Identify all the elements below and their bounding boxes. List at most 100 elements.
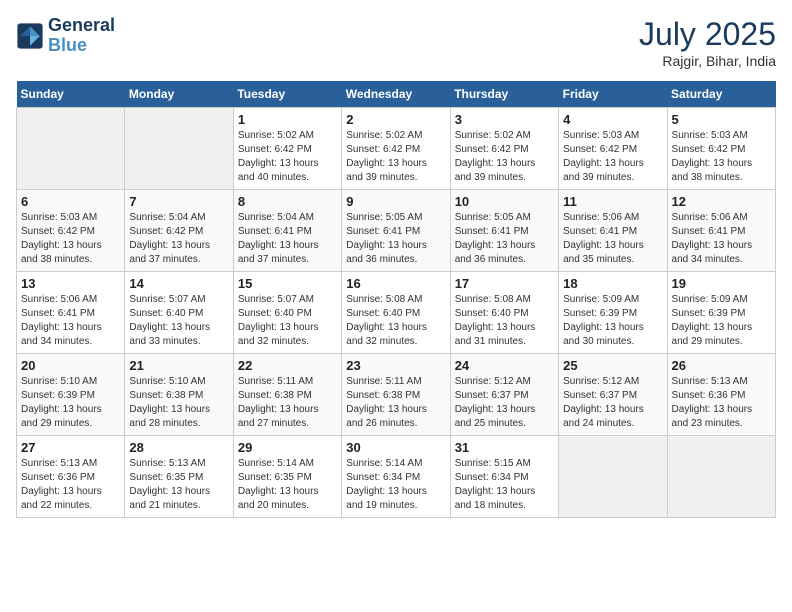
cell-info: Sunrise: 5:07 AM Sunset: 6:40 PM Dayligh…: [129, 293, 228, 349]
cell-info: Sunrise: 5:15 AM Sunset: 6:34 PM Dayligh…: [455, 457, 554, 513]
day-number: 22: [238, 358, 337, 373]
cell-info: Sunrise: 5:06 AM Sunset: 6:41 PM Dayligh…: [672, 211, 771, 267]
day-number: 11: [563, 194, 662, 209]
day-number: 1: [238, 112, 337, 127]
cell-info: Sunrise: 5:05 AM Sunset: 6:41 PM Dayligh…: [346, 211, 445, 267]
cell-info: Sunrise: 5:02 AM Sunset: 6:42 PM Dayligh…: [455, 129, 554, 185]
cell-info: Sunrise: 5:12 AM Sunset: 6:37 PM Dayligh…: [455, 375, 554, 431]
calendar-cell: 26 Sunrise: 5:13 AM Sunset: 6:36 PM Dayl…: [667, 354, 775, 436]
day-number: 18: [563, 276, 662, 291]
day-number: 28: [129, 440, 228, 455]
weekday-header-row: SundayMondayTuesdayWednesdayThursdayFrid…: [17, 81, 776, 108]
day-number: 9: [346, 194, 445, 209]
day-number: 4: [563, 112, 662, 127]
calendar-cell: 12 Sunrise: 5:06 AM Sunset: 6:41 PM Dayl…: [667, 190, 775, 272]
calendar-cell: 9 Sunrise: 5:05 AM Sunset: 6:41 PM Dayli…: [342, 190, 450, 272]
page-header: GeneralBlue July 2025 Rajgir, Bihar, Ind…: [16, 16, 776, 69]
calendar-cell: 5 Sunrise: 5:03 AM Sunset: 6:42 PM Dayli…: [667, 108, 775, 190]
day-number: 23: [346, 358, 445, 373]
day-number: 24: [455, 358, 554, 373]
logo-text: GeneralBlue: [48, 16, 115, 56]
day-number: 29: [238, 440, 337, 455]
calendar-cell: 4 Sunrise: 5:03 AM Sunset: 6:42 PM Dayli…: [559, 108, 667, 190]
day-number: 13: [21, 276, 120, 291]
day-number: 7: [129, 194, 228, 209]
day-number: 8: [238, 194, 337, 209]
day-number: 30: [346, 440, 445, 455]
cell-info: Sunrise: 5:09 AM Sunset: 6:39 PM Dayligh…: [563, 293, 662, 349]
calendar-cell: [17, 108, 125, 190]
cell-info: Sunrise: 5:10 AM Sunset: 6:38 PM Dayligh…: [129, 375, 228, 431]
calendar-cell: 22 Sunrise: 5:11 AM Sunset: 6:38 PM Dayl…: [233, 354, 341, 436]
cell-info: Sunrise: 5:13 AM Sunset: 6:36 PM Dayligh…: [672, 375, 771, 431]
weekday-header-monday: Monday: [125, 81, 233, 108]
cell-info: Sunrise: 5:03 AM Sunset: 6:42 PM Dayligh…: [563, 129, 662, 185]
cell-info: Sunrise: 5:12 AM Sunset: 6:37 PM Dayligh…: [563, 375, 662, 431]
day-number: 10: [455, 194, 554, 209]
location: Rajgir, Bihar, India: [639, 53, 776, 69]
cell-info: Sunrise: 5:08 AM Sunset: 6:40 PM Dayligh…: [455, 293, 554, 349]
cell-info: Sunrise: 5:04 AM Sunset: 6:41 PM Dayligh…: [238, 211, 337, 267]
calendar-cell: 1 Sunrise: 5:02 AM Sunset: 6:42 PM Dayli…: [233, 108, 341, 190]
cell-info: Sunrise: 5:14 AM Sunset: 6:35 PM Dayligh…: [238, 457, 337, 513]
month-title: July 2025: [639, 16, 776, 53]
calendar-week-1: 1 Sunrise: 5:02 AM Sunset: 6:42 PM Dayli…: [17, 108, 776, 190]
calendar-cell: [667, 436, 775, 518]
cell-info: Sunrise: 5:03 AM Sunset: 6:42 PM Dayligh…: [672, 129, 771, 185]
cell-info: Sunrise: 5:07 AM Sunset: 6:40 PM Dayligh…: [238, 293, 337, 349]
calendar-cell: 7 Sunrise: 5:04 AM Sunset: 6:42 PM Dayli…: [125, 190, 233, 272]
calendar-cell: 3 Sunrise: 5:02 AM Sunset: 6:42 PM Dayli…: [450, 108, 558, 190]
cell-info: Sunrise: 5:04 AM Sunset: 6:42 PM Dayligh…: [129, 211, 228, 267]
calendar-cell: 23 Sunrise: 5:11 AM Sunset: 6:38 PM Dayl…: [342, 354, 450, 436]
day-number: 20: [21, 358, 120, 373]
day-number: 14: [129, 276, 228, 291]
title-block: July 2025 Rajgir, Bihar, India: [639, 16, 776, 69]
calendar-cell: 20 Sunrise: 5:10 AM Sunset: 6:39 PM Dayl…: [17, 354, 125, 436]
calendar-cell: 27 Sunrise: 5:13 AM Sunset: 6:36 PM Dayl…: [17, 436, 125, 518]
cell-info: Sunrise: 5:13 AM Sunset: 6:35 PM Dayligh…: [129, 457, 228, 513]
calendar-week-2: 6 Sunrise: 5:03 AM Sunset: 6:42 PM Dayli…: [17, 190, 776, 272]
day-number: 19: [672, 276, 771, 291]
calendar-cell: 21 Sunrise: 5:10 AM Sunset: 6:38 PM Dayl…: [125, 354, 233, 436]
cell-info: Sunrise: 5:11 AM Sunset: 6:38 PM Dayligh…: [238, 375, 337, 431]
cell-info: Sunrise: 5:08 AM Sunset: 6:40 PM Dayligh…: [346, 293, 445, 349]
calendar-week-3: 13 Sunrise: 5:06 AM Sunset: 6:41 PM Dayl…: [17, 272, 776, 354]
cell-info: Sunrise: 5:09 AM Sunset: 6:39 PM Dayligh…: [672, 293, 771, 349]
calendar-cell: 18 Sunrise: 5:09 AM Sunset: 6:39 PM Dayl…: [559, 272, 667, 354]
weekday-header-sunday: Sunday: [17, 81, 125, 108]
day-number: 3: [455, 112, 554, 127]
calendar-cell: 25 Sunrise: 5:12 AM Sunset: 6:37 PM Dayl…: [559, 354, 667, 436]
cell-info: Sunrise: 5:05 AM Sunset: 6:41 PM Dayligh…: [455, 211, 554, 267]
calendar-cell: 13 Sunrise: 5:06 AM Sunset: 6:41 PM Dayl…: [17, 272, 125, 354]
day-number: 6: [21, 194, 120, 209]
calendar-cell: 29 Sunrise: 5:14 AM Sunset: 6:35 PM Dayl…: [233, 436, 341, 518]
cell-info: Sunrise: 5:10 AM Sunset: 6:39 PM Dayligh…: [21, 375, 120, 431]
calendar-cell: 30 Sunrise: 5:14 AM Sunset: 6:34 PM Dayl…: [342, 436, 450, 518]
calendar-cell: 6 Sunrise: 5:03 AM Sunset: 6:42 PM Dayli…: [17, 190, 125, 272]
weekday-header-thursday: Thursday: [450, 81, 558, 108]
logo: GeneralBlue: [16, 16, 115, 56]
cell-info: Sunrise: 5:06 AM Sunset: 6:41 PM Dayligh…: [21, 293, 120, 349]
day-number: 31: [455, 440, 554, 455]
calendar-cell: 19 Sunrise: 5:09 AM Sunset: 6:39 PM Dayl…: [667, 272, 775, 354]
calendar-cell: 16 Sunrise: 5:08 AM Sunset: 6:40 PM Dayl…: [342, 272, 450, 354]
calendar-cell: [125, 108, 233, 190]
day-number: 25: [563, 358, 662, 373]
day-number: 16: [346, 276, 445, 291]
day-number: 21: [129, 358, 228, 373]
calendar-cell: 10 Sunrise: 5:05 AM Sunset: 6:41 PM Dayl…: [450, 190, 558, 272]
cell-info: Sunrise: 5:11 AM Sunset: 6:38 PM Dayligh…: [346, 375, 445, 431]
calendar-cell: [559, 436, 667, 518]
cell-info: Sunrise: 5:03 AM Sunset: 6:42 PM Dayligh…: [21, 211, 120, 267]
weekday-header-friday: Friday: [559, 81, 667, 108]
calendar-cell: 24 Sunrise: 5:12 AM Sunset: 6:37 PM Dayl…: [450, 354, 558, 436]
calendar-cell: 14 Sunrise: 5:07 AM Sunset: 6:40 PM Dayl…: [125, 272, 233, 354]
calendar-week-5: 27 Sunrise: 5:13 AM Sunset: 6:36 PM Dayl…: [17, 436, 776, 518]
calendar-cell: 15 Sunrise: 5:07 AM Sunset: 6:40 PM Dayl…: [233, 272, 341, 354]
cell-info: Sunrise: 5:13 AM Sunset: 6:36 PM Dayligh…: [21, 457, 120, 513]
cell-info: Sunrise: 5:06 AM Sunset: 6:41 PM Dayligh…: [563, 211, 662, 267]
calendar-cell: 28 Sunrise: 5:13 AM Sunset: 6:35 PM Dayl…: [125, 436, 233, 518]
weekday-header-tuesday: Tuesday: [233, 81, 341, 108]
weekday-header-wednesday: Wednesday: [342, 81, 450, 108]
calendar-cell: 8 Sunrise: 5:04 AM Sunset: 6:41 PM Dayli…: [233, 190, 341, 272]
